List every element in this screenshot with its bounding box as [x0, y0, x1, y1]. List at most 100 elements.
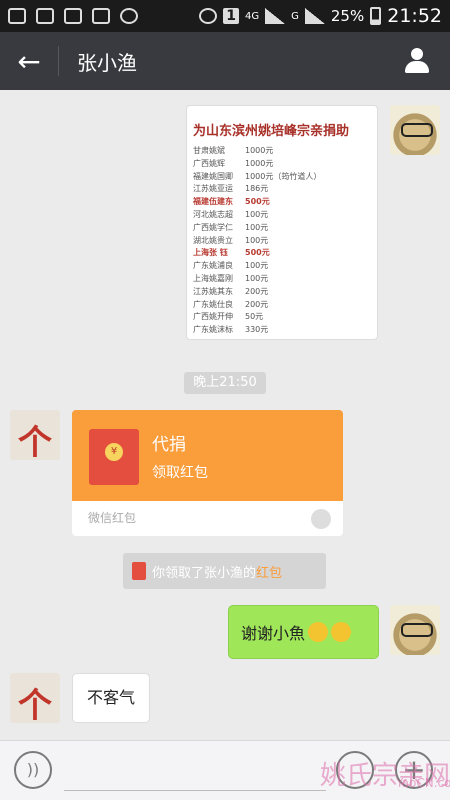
donor-name: 上海姚嘉刚 [193, 273, 233, 283]
chat-header: ← 张小渔 [0, 32, 450, 90]
donation-row: 上海张 钰 500元 [193, 247, 371, 260]
back-button[interactable]: ← [0, 32, 58, 90]
donor-amount: 200元 [245, 299, 269, 309]
donor-amount: 200元 [245, 286, 269, 296]
contact-message-text: 不客气 [86, 688, 135, 707]
person-icon [405, 61, 429, 73]
mail-icon [36, 8, 54, 24]
my-message-bubble[interactable]: 谢谢小魚 [228, 605, 379, 659]
chat-icon [64, 8, 82, 24]
donor-name: 福建姚国卿 [193, 171, 233, 181]
contact-avatar[interactable] [10, 410, 60, 464]
timestamp: 晚上21:50 [184, 372, 266, 394]
red-packet-body: ¥ 代捐 领取红包 [72, 410, 343, 501]
image-icon [92, 8, 110, 24]
chat-title: 张小渔 [77, 50, 137, 75]
kiss-emoji-icon [308, 622, 329, 642]
network2-label: G [291, 10, 299, 22]
my-avatar[interactable] [390, 105, 440, 155]
donor-amount: 1000元 [245, 146, 274, 155]
battery-icon [370, 7, 382, 25]
donor-amount: 100元 [245, 209, 269, 219]
clock: 21:52 [387, 5, 442, 27]
wechat-pay-icon [311, 509, 331, 529]
donor-amount: 500元 [245, 197, 270, 207]
donation-row: 广西姚开伸 50元 [193, 311, 371, 324]
signal-icon [265, 8, 286, 24]
message-input[interactable] [64, 751, 326, 791]
donor-name: 广西姚开伸 [193, 312, 233, 322]
contact-message-bubble[interactable]: 不客气 [72, 673, 150, 723]
donor-amount: 100元 [245, 261, 269, 271]
donation-row: 福建姚国卿 1000元（筠竹道人） [193, 171, 371, 184]
alarm-icon [199, 8, 218, 24]
voice-icon: )) [26, 760, 40, 779]
donor-amount: 50元 [245, 312, 264, 322]
sync-icon [120, 8, 138, 24]
donation-row: 福建伍建东 500元 [193, 196, 371, 209]
add-icon [8, 8, 26, 24]
donation-row: 广东姚沫标 330元 [193, 324, 371, 337]
donor-amount: 100元 [245, 273, 269, 283]
donation-row: 广西姚学仁 100元 [193, 222, 371, 235]
donor-amount: 100元 [245, 235, 269, 245]
watermark-sub: YaoCN.com [396, 776, 450, 790]
donor-name: 广东姚仕良 [193, 299, 233, 309]
battery-percent: 25% [330, 7, 365, 25]
red-packet-action: 领取红包 [152, 465, 208, 481]
red-envelope-icon: ¥ [89, 429, 139, 485]
donor-name: 湖北姚贵立 [193, 235, 233, 245]
red-packet-footer: 微信红包 [72, 501, 343, 536]
donation-row: 广西姚辉 1000元 [193, 158, 371, 171]
sim-badge: 1 [223, 8, 240, 24]
donor-name: 上海张 钰 [193, 248, 228, 258]
donation-list: 甘肃姚斌 1000元 广西姚辉 1000元 福建姚国卿 1000元（筠竹道人） 江苏姚亚运 1… [193, 145, 371, 337]
donor-name: 江苏姚亚运 [193, 184, 233, 194]
donation-row: 江苏姚亚运 186元 [193, 183, 371, 196]
red-packet-message[interactable]: ¥ 代捐 领取红包 微信红包 [72, 410, 343, 536]
status-bar: 1 4G G 25% 21:52 [0, 0, 450, 32]
donor-amount: 500元 [245, 248, 270, 258]
donation-row: 河北姚志超 100元 [193, 209, 371, 222]
donation-row: 广东姚浦良 100元 [193, 260, 371, 273]
donor-name: 广西姚辉 [193, 158, 225, 168]
notice-link[interactable]: 红包 [256, 562, 282, 581]
contact-avatar-2[interactable] [10, 673, 60, 727]
donor-name: 福建伍建东 [193, 197, 233, 207]
image-title: 为山东滨州姚培峰宗亲捐助 [193, 124, 350, 139]
header-divider [58, 46, 59, 76]
red-packet-footer-text: 微信红包 [88, 511, 137, 525]
donor-name: 广东姚浦良 [193, 261, 233, 271]
donation-row: 湖北姚贵立 100元 [193, 235, 371, 248]
donor-amount: 186元 [245, 184, 269, 194]
donor-name: 甘肃姚斌 [193, 146, 225, 155]
image-message[interactable]: 为山东滨州姚培峰宗亲捐助 甘肃姚斌 1000元 广西姚辉 1000元 福建姚国卿 1000… [186, 105, 378, 340]
arrow-left-icon: ← [17, 44, 41, 78]
profile-button[interactable] [404, 48, 430, 74]
voice-button[interactable]: )) [14, 751, 52, 789]
donor-name: 河北姚志超 [193, 209, 233, 219]
donor-amount: 1000元 [245, 158, 274, 168]
status-right: 1 4G G 25% 21:52 [199, 5, 442, 27]
donation-row: 广东姚仕良 200元 [193, 299, 371, 312]
coin-icon: ¥ [105, 443, 123, 461]
signal2-icon [304, 8, 325, 24]
donor-amount: 330元 [245, 325, 269, 335]
donor-name: 广西姚学仁 [193, 222, 233, 232]
donation-row: 江苏姚其东 200元 [193, 286, 371, 299]
network-label: 4G [245, 10, 260, 22]
red-envelope-small-icon [132, 562, 146, 580]
donor-amount: 1000元（筠竹道人） [245, 171, 322, 181]
red-packet-label: 代捐 [152, 435, 186, 455]
my-avatar-2[interactable] [390, 605, 440, 655]
notice-text: 你领取了张小渔的 [152, 565, 257, 581]
donor-name: 江苏姚其东 [193, 286, 233, 296]
person-icon-head [411, 48, 423, 60]
system-notice: 你领取了张小渔的 红包 [123, 553, 326, 589]
kiss-emoji-icon-2 [331, 622, 352, 642]
donor-amount: 100元 [245, 222, 269, 232]
donation-row: 甘肃姚斌 1000元 [193, 145, 371, 158]
status-icons [8, 8, 138, 24]
donor-name: 广东姚沫标 [193, 325, 233, 335]
my-message-text: 谢谢小魚 [241, 624, 306, 643]
